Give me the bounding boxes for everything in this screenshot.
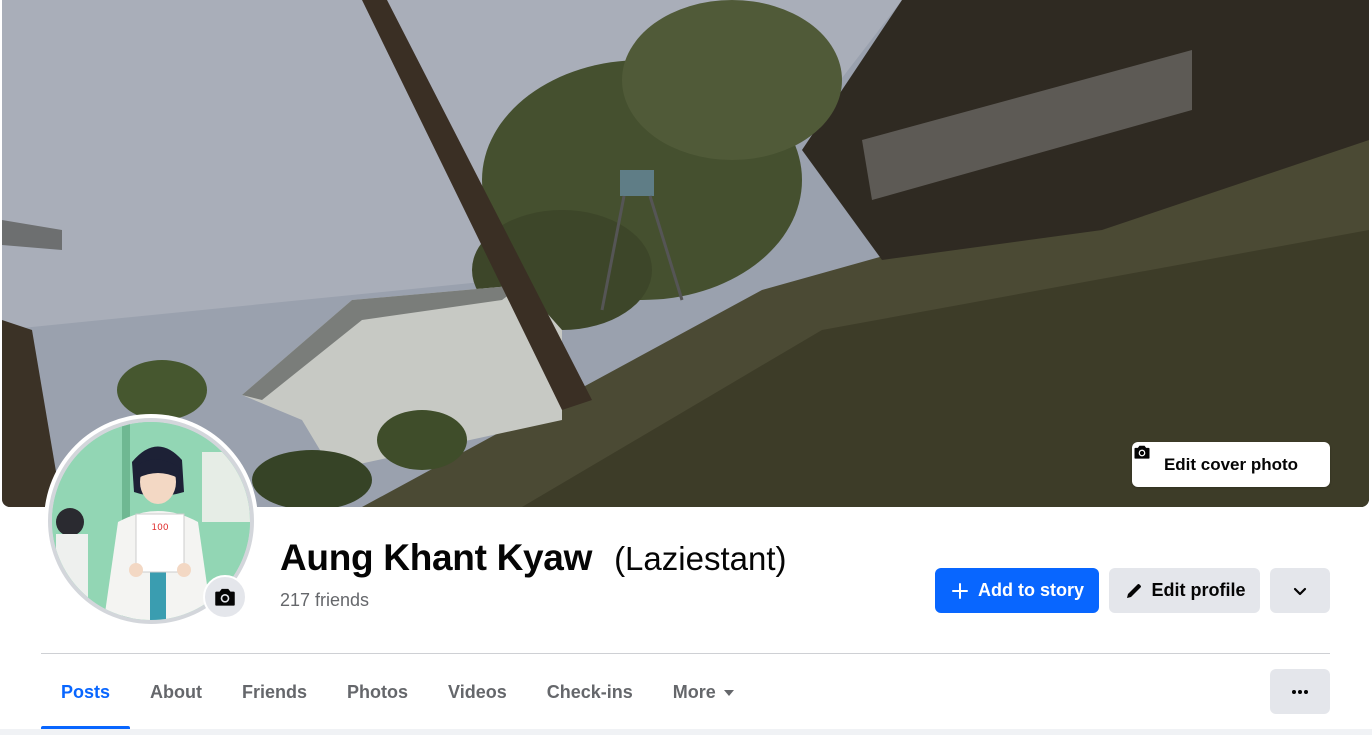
divider bbox=[41, 653, 1330, 654]
page-background bbox=[0, 729, 1372, 735]
update-profile-picture-button[interactable] bbox=[203, 575, 247, 619]
tab-photos[interactable]: Photos bbox=[327, 655, 428, 729]
add-to-story-label: Add to story bbox=[978, 580, 1084, 600]
tab-videos[interactable]: Videos bbox=[428, 655, 527, 729]
profile-actions: Add to story Edit profile bbox=[935, 568, 1330, 613]
friends-count[interactable]: 217 friends bbox=[280, 590, 369, 611]
more-options-button[interactable] bbox=[1270, 669, 1330, 714]
profile-name: Aung Khant Kyaw bbox=[280, 537, 593, 578]
camera-icon bbox=[215, 588, 235, 606]
tab-check-ins[interactable]: Check-ins bbox=[527, 655, 653, 729]
edit-cover-photo-button[interactable]: Edit cover photo bbox=[1132, 442, 1330, 487]
pencil-icon bbox=[1126, 583, 1141, 598]
camera-icon bbox=[1134, 445, 1150, 459]
profile-name-row: Aung Khant Kyaw (Laziestant) bbox=[280, 537, 786, 579]
tab-more[interactable]: More bbox=[653, 655, 754, 729]
tab-about[interactable]: About bbox=[130, 655, 222, 729]
chevron-down-icon bbox=[1293, 587, 1307, 595]
avatar-badge: 100 bbox=[151, 523, 168, 533]
profile-dropdown-button[interactable] bbox=[1270, 568, 1330, 613]
alternate-name: (Laziestant) bbox=[614, 540, 787, 577]
edit-cover-label: Edit cover photo bbox=[1163, 454, 1299, 474]
tab-label: More bbox=[672, 681, 716, 702]
add-to-story-button[interactable]: Add to story bbox=[935, 568, 1099, 613]
plus-icon bbox=[952, 582, 968, 599]
profile-tabs: Posts About Friends Photos Videos Check-… bbox=[41, 655, 754, 729]
edit-profile-button[interactable]: Edit profile bbox=[1109, 568, 1260, 613]
caret-down-icon bbox=[723, 690, 734, 696]
tab-label: Photos bbox=[347, 681, 409, 702]
tab-label: Check-ins bbox=[546, 681, 633, 702]
tab-friends[interactable]: Friends bbox=[222, 655, 327, 729]
tab-label: About bbox=[150, 681, 203, 702]
tab-posts[interactable]: Posts bbox=[41, 655, 131, 729]
edit-profile-label: Edit profile bbox=[1151, 580, 1246, 600]
tab-label: Posts bbox=[61, 681, 111, 702]
ellipsis-icon bbox=[1292, 689, 1308, 694]
tab-label: Videos bbox=[448, 681, 507, 702]
tab-label: Friends bbox=[242, 681, 308, 702]
